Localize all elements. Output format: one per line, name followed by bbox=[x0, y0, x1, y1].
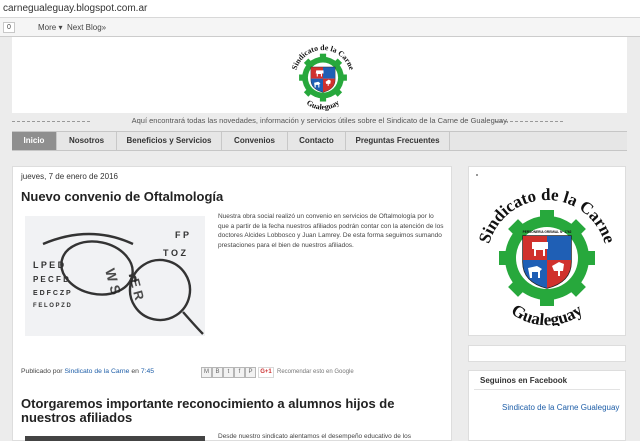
shield-icon bbox=[310, 66, 336, 93]
post-body: Nuestra obra social realizó un convenio … bbox=[218, 213, 444, 249]
tab-inicio[interactable]: Inicio bbox=[12, 132, 57, 150]
gplus-button[interactable]: G+1 bbox=[258, 367, 274, 378]
next-blog-link[interactable]: Next Blog» bbox=[67, 18, 106, 37]
more-menu[interactable]: More ▾ bbox=[38, 18, 62, 37]
recommend-text: Recomendar esto en Google bbox=[277, 369, 354, 375]
svg-text:F E L O P Z D: F E L O P Z D bbox=[33, 303, 71, 309]
post-date: jueves, 7 de enero de 2016 bbox=[21, 172, 118, 181]
post-title[interactable]: Otorgaremos importante reconocimiento a … bbox=[21, 397, 446, 425]
post-footer: Publicado por Sindicato de la Carne en 7… bbox=[21, 368, 154, 375]
email-share-button[interactable]: M bbox=[201, 367, 212, 378]
navbar-search-box[interactable]: 0 bbox=[3, 22, 15, 33]
published-by-label: Publicado por bbox=[21, 368, 63, 375]
pinterest-share-button[interactable]: P bbox=[245, 367, 256, 378]
facebook-widget-divider bbox=[474, 389, 620, 390]
address-bar[interactable]: carnegualeguay.blogspot.com.ar bbox=[0, 0, 640, 18]
author-link[interactable]: Sindicato de la Carne bbox=[64, 368, 129, 375]
post-title[interactable]: Nuevo convenio de Oftalmología bbox=[21, 190, 223, 204]
tab-contacto[interactable]: Contacto bbox=[288, 132, 346, 150]
post-image-eye-chart[interactable]: F P T O Z L P E D P E C F D E D F C Z P … bbox=[25, 216, 205, 336]
tab-beneficios[interactable]: Beneficios y Servicios bbox=[117, 132, 222, 150]
shield-icon bbox=[522, 235, 572, 289]
post-image[interactable] bbox=[25, 436, 205, 441]
union-logo-small[interactable]: Sindicato de la Carne Gualeguay bbox=[284, 37, 362, 113]
twitter-share-button[interactable]: t bbox=[223, 367, 234, 378]
svg-text:E D F C Z P: E D F C Z P bbox=[33, 290, 71, 297]
blog-description: Aquí encontrará todas las novedades, inf… bbox=[131, 116, 509, 125]
tab-convenios[interactable]: Convenios bbox=[222, 132, 288, 150]
blogthis-share-button[interactable]: B bbox=[212, 367, 223, 378]
widget-title-dot bbox=[476, 174, 478, 176]
facebook-widget-title: Seguinos en Facebook bbox=[480, 376, 568, 385]
svg-text:F P: F P bbox=[175, 230, 189, 240]
blogger-navbar: 0 More ▾ Next Blog» bbox=[0, 18, 640, 37]
sidebar-empty-widget bbox=[468, 345, 626, 362]
facebook-share-button[interactable]: f bbox=[234, 367, 245, 378]
blog-header: Sindicato de la Carne Gualeguay bbox=[12, 37, 627, 113]
svg-text:L P E D: L P E D bbox=[33, 260, 65, 270]
svg-text:PERSONERIA GREMIAL Nº 1762: PERSONERIA GREMIAL Nº 1762 bbox=[523, 230, 572, 234]
published-on-label: en bbox=[131, 368, 139, 375]
post-body: Desde nuestro sindicato alentamos el des… bbox=[218, 433, 411, 440]
page-tabs: Inicio Nosotros Beneficios y Servicios C… bbox=[12, 131, 627, 151]
svg-text:T O Z: T O Z bbox=[163, 248, 186, 258]
timestamp-link[interactable]: 7:45 bbox=[141, 368, 154, 375]
tab-nosotros[interactable]: Nosotros bbox=[57, 132, 117, 150]
facebook-page-link[interactable]: Sindicato de la Carne Gualeguay bbox=[502, 403, 619, 412]
tab-preguntas-frecuentes[interactable]: Preguntas Frecuentes bbox=[346, 132, 450, 150]
union-logo-large[interactable]: PERSONERIA GREMIAL Nº 1762 Sindicato de … bbox=[472, 180, 622, 326]
